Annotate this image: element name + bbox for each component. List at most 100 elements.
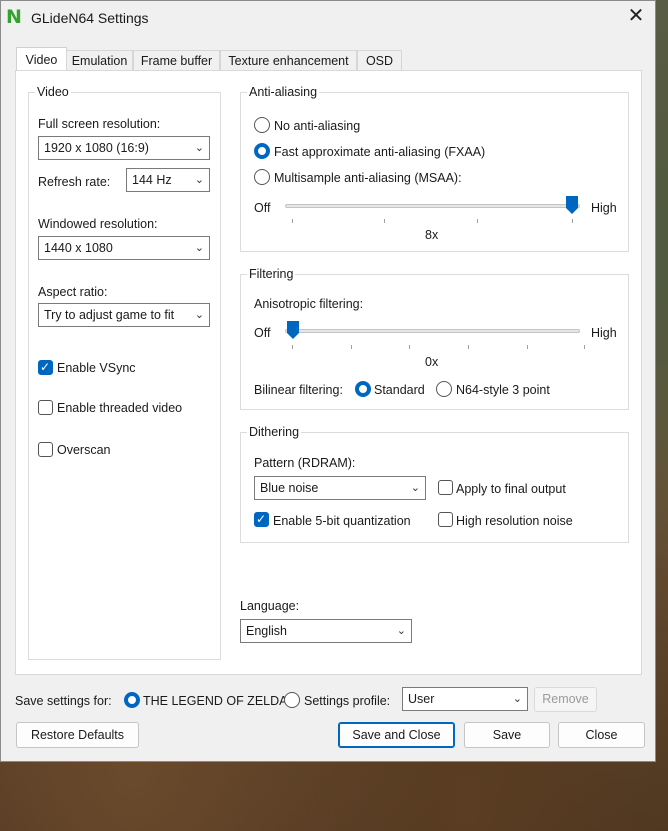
tab-frame-buffer[interactable]: Frame buffer — [133, 50, 220, 71]
filtering-group: Filtering Anisotropic filtering: Off Hig… — [240, 267, 629, 410]
no-aa-radio[interactable] — [254, 117, 270, 133]
title-bar: N GLideN64 Settings ✕ — [1, 1, 655, 35]
checkmark-icon: ✓ — [40, 360, 51, 374]
dithering-group-title: Dithering — [247, 425, 302, 439]
save-button[interactable]: Save — [464, 722, 550, 748]
language-value: English — [246, 624, 287, 638]
msaa-radio[interactable] — [254, 169, 270, 185]
aniso-slider-thumb[interactable] — [286, 320, 300, 340]
checkmark-icon: ✓ — [256, 512, 267, 526]
slider-tick — [572, 219, 573, 223]
aspect-ratio-label: Aspect ratio: — [38, 285, 108, 299]
tab-panel-video: Video Full screen resolution: 1920 x 108… — [15, 70, 642, 675]
bilinear-label: Bilinear filtering: — [254, 383, 343, 397]
fxaa-label: Fast approximate anti-aliasing (FXAA) — [274, 145, 486, 159]
settings-profile-value: User — [408, 692, 435, 706]
language-select[interactable]: English ⌄ — [240, 619, 412, 643]
language-label: Language: — [240, 599, 300, 613]
bilinear-n64-label: N64-style 3 point — [456, 383, 550, 397]
filtering-group-title: Filtering — [247, 267, 296, 281]
close-button[interactable]: Close — [558, 722, 645, 748]
aspect-ratio-value: Try to adjust game to fit — [44, 308, 175, 322]
slider-tick — [384, 219, 385, 223]
bilinear-standard-radio[interactable] — [355, 381, 371, 397]
msaa-slider-value: 8x — [425, 228, 439, 242]
tab-osd[interactable]: OSD — [357, 50, 402, 71]
video-group-title: Video — [35, 85, 71, 99]
slider-tick — [468, 345, 469, 349]
vsync-checkbox[interactable]: ✓ — [38, 360, 53, 375]
settings-profile-select[interactable]: User ⌄ — [402, 687, 528, 711]
refresh-rate-value: 144 Hz — [132, 173, 172, 187]
fullscreen-resolution-label: Full screen resolution: — [38, 117, 161, 131]
chevron-down-icon: ⌄ — [194, 309, 204, 321]
windowed-resolution-value: 1440 x 1080 — [44, 241, 113, 255]
chevron-down-icon: ⌄ — [396, 625, 406, 637]
window-title: GLideN64 Settings — [31, 10, 149, 26]
vsync-label: Enable VSync — [57, 361, 136, 375]
windowed-resolution-label: Windowed resolution: — [38, 217, 158, 231]
msaa-slider-min-label: Off — [254, 201, 271, 215]
tab-video[interactable]: Video — [16, 47, 67, 71]
aspect-ratio-select[interactable]: Try to adjust game to fit ⌄ — [38, 303, 210, 327]
antialiasing-group-title: Anti-aliasing — [247, 85, 320, 99]
settings-profile-radio[interactable] — [284, 692, 300, 708]
apply-final-output-checkbox[interactable] — [438, 480, 453, 495]
slider-tick — [292, 219, 293, 223]
save-for-game-radio[interactable] — [124, 692, 140, 708]
app-logo-icon: N — [6, 6, 22, 28]
threaded-video-label: Enable threaded video — [57, 401, 183, 415]
bilinear-n64-radio[interactable] — [436, 381, 452, 397]
save-for-game-label: THE LEGEND OF ZELDA — [143, 694, 288, 708]
msaa-slider-thumb[interactable] — [565, 195, 579, 215]
slider-tick — [351, 345, 352, 349]
dithering-group: Dithering Pattern (RDRAM): Blue noise ⌄ … — [240, 425, 629, 543]
video-group: Video Full screen resolution: 1920 x 108… — [28, 85, 221, 660]
aniso-slider-min-label: Off — [254, 326, 271, 340]
fullscreen-resolution-select[interactable]: 1920 x 1080 (16:9) ⌄ — [38, 136, 210, 160]
quantization-checkbox[interactable]: ✓ — [254, 512, 269, 527]
msaa-slider-track — [285, 204, 580, 208]
fxaa-radio[interactable] — [254, 143, 270, 159]
chevron-down-icon: ⌄ — [512, 693, 522, 705]
apply-final-output-label: Apply to final output — [456, 482, 566, 496]
overscan-label: Overscan — [57, 443, 111, 457]
settings-window: N GLideN64 Settings ✕ Video Emulation Fr… — [0, 0, 656, 762]
anisotropic-label: Anisotropic filtering: — [254, 297, 364, 311]
threaded-video-checkbox[interactable] — [38, 400, 53, 415]
chevron-down-icon: ⌄ — [410, 482, 420, 494]
no-aa-label: No anti-aliasing — [274, 119, 361, 133]
slider-tick — [477, 219, 478, 223]
save-settings-for-label: Save settings for: — [15, 694, 112, 708]
remove-profile-button[interactable]: Remove — [534, 687, 597, 712]
settings-profile-label: Settings profile: — [304, 694, 391, 708]
quantization-label: Enable 5-bit quantization — [273, 514, 411, 528]
chevron-down-icon: ⌄ — [194, 142, 204, 154]
save-and-close-button[interactable]: Save and Close — [338, 722, 455, 748]
hires-noise-label: High resolution noise — [456, 514, 573, 528]
chevron-down-icon: ⌄ — [194, 174, 204, 186]
pattern-label: Pattern (RDRAM): — [254, 456, 356, 470]
restore-defaults-button[interactable]: Restore Defaults — [16, 722, 139, 748]
tab-texture-enhancement[interactable]: Texture enhancement — [220, 50, 357, 71]
bilinear-standard-label: Standard — [374, 383, 425, 397]
aniso-slider-track — [285, 329, 580, 333]
hires-noise-checkbox[interactable] — [438, 512, 453, 527]
close-icon[interactable]: ✕ — [627, 6, 645, 26]
tab-emulation[interactable]: Emulation — [66, 50, 133, 71]
pattern-select[interactable]: Blue noise ⌄ — [254, 476, 426, 500]
refresh-rate-label: Refresh rate: — [38, 175, 111, 189]
overscan-checkbox[interactable] — [38, 442, 53, 457]
windowed-resolution-select[interactable]: 1440 x 1080 ⌄ — [38, 236, 210, 260]
aniso-slider-max-label: High — [591, 326, 617, 340]
chevron-down-icon: ⌄ — [194, 242, 204, 254]
msaa-slider-max-label: High — [591, 201, 617, 215]
slider-tick — [527, 345, 528, 349]
fullscreen-resolution-value: 1920 x 1080 (16:9) — [44, 141, 149, 155]
pattern-value: Blue noise — [260, 481, 319, 495]
refresh-rate-select[interactable]: 144 Hz ⌄ — [126, 168, 210, 192]
msaa-label: Multisample anti-aliasing (MSAA): — [274, 171, 462, 185]
slider-tick — [409, 345, 410, 349]
slider-tick — [584, 345, 585, 349]
antialiasing-group: Anti-aliasing No anti-aliasing Fast appr… — [240, 85, 629, 252]
